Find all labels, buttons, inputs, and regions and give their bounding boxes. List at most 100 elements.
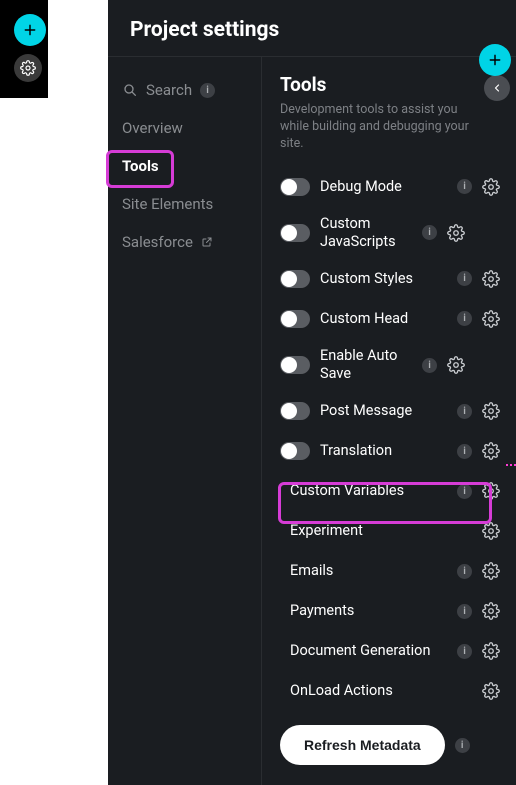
- plus-icon: [487, 52, 503, 68]
- gear-icon: [482, 642, 500, 660]
- gear-icon: [482, 482, 500, 500]
- tool-row[interactable]: Custom Variables i: [280, 471, 500, 511]
- sidebar-search-label: Search: [146, 81, 192, 99]
- tool-row[interactable]: Custom Head i: [280, 299, 500, 339]
- tool-settings-button[interactable]: [482, 602, 500, 620]
- info-icon[interactable]: i: [457, 271, 472, 286]
- add-button-right[interactable]: [479, 44, 511, 76]
- tool-row[interactable]: Payments i: [280, 591, 500, 631]
- gear-icon: [20, 60, 36, 76]
- refresh-metadata-button[interactable]: Refresh Metadata: [280, 725, 445, 765]
- tool-settings-button[interactable]: [482, 642, 500, 660]
- tool-label: Custom Variables: [290, 482, 447, 500]
- sidebar-item-label: Site Elements: [122, 195, 213, 213]
- settings-sidebar: Search i Overview Tools Site Elements Sa…: [108, 57, 262, 785]
- tool-row[interactable]: Translation i: [280, 431, 500, 471]
- info-icon[interactable]: i: [457, 311, 472, 326]
- tool-label: OnLoad Actions: [290, 682, 472, 700]
- tool-label: Translation: [320, 442, 447, 460]
- left-toolbar: [0, 0, 48, 98]
- external-link-icon: [201, 236, 213, 248]
- tool-row[interactable]: Experiment: [280, 511, 500, 551]
- info-icon[interactable]: i: [457, 404, 472, 419]
- tool-label: Emails: [290, 562, 447, 580]
- tool-settings-button[interactable]: [482, 442, 500, 460]
- tool-list: Debug ModeiCustom JavaScriptsiCustom Sty…: [280, 167, 500, 712]
- tool-label: Custom JavaScripts: [320, 215, 412, 251]
- tool-row[interactable]: Emailsi: [280, 551, 500, 591]
- chevron-left-icon: [491, 82, 503, 94]
- guide-dots: [506, 464, 516, 466]
- tool-settings-button[interactable]: [447, 224, 465, 242]
- tool-row[interactable]: Document Generation i: [280, 631, 500, 671]
- tool-row[interactable]: Enable Auto Save i: [280, 339, 500, 391]
- tool-label: Payments: [290, 602, 447, 620]
- sidebar-search[interactable]: Search i: [108, 71, 261, 109]
- tool-row[interactable]: Custom JavaScripts i: [280, 207, 500, 259]
- search-icon: [122, 82, 138, 98]
- sidebar-item-overview[interactable]: Overview: [108, 109, 261, 147]
- gear-icon: [482, 602, 500, 620]
- tool-row[interactable]: OnLoad Actions: [280, 671, 500, 711]
- gear-icon: [482, 178, 500, 196]
- sidebar-item-salesforce[interactable]: Salesforce: [108, 223, 261, 261]
- tools-content: Tools Development tools to assist you wh…: [262, 57, 516, 785]
- gear-icon: [482, 402, 500, 420]
- sidebar-item-label: Overview: [122, 119, 183, 137]
- info-icon[interactable]: i: [422, 358, 437, 373]
- plus-icon: [22, 22, 38, 38]
- info-icon[interactable]: i: [457, 564, 472, 579]
- tool-label: Experiment: [290, 522, 472, 540]
- tool-label: Debug Mode: [320, 178, 447, 196]
- tool-row[interactable]: Debug Mode i: [280, 167, 500, 207]
- toggle-switch[interactable]: [280, 178, 310, 196]
- tool-settings-button[interactable]: [482, 270, 500, 288]
- tool-label: Custom Styles: [320, 270, 447, 288]
- tool-row[interactable]: Post Messagei: [280, 391, 500, 431]
- gear-icon: [482, 270, 500, 288]
- sidebar-item-tools[interactable]: Tools: [108, 147, 261, 185]
- back-button[interactable]: [484, 75, 510, 101]
- info-icon[interactable]: i: [457, 484, 472, 499]
- gear-icon: [482, 682, 500, 700]
- toggle-switch[interactable]: [280, 310, 310, 328]
- tool-settings-button[interactable]: [482, 682, 500, 700]
- info-icon: i: [200, 83, 215, 98]
- gear-icon: [447, 224, 465, 242]
- toggle-switch[interactable]: [280, 442, 310, 460]
- settings-button[interactable]: [14, 54, 42, 82]
- sidebar-item-label: Tools: [122, 157, 159, 175]
- tools-title: Tools: [280, 73, 500, 96]
- tool-settings-button[interactable]: [482, 562, 500, 580]
- add-button[interactable]: [14, 14, 46, 46]
- tool-label: Custom Head: [320, 310, 447, 328]
- tool-settings-button[interactable]: [482, 178, 500, 196]
- refresh-row: Refresh Metadata i: [280, 725, 500, 765]
- gear-icon: [482, 442, 500, 460]
- tool-settings-button[interactable]: [482, 522, 500, 540]
- info-icon[interactable]: i: [457, 179, 472, 194]
- sidebar-item-site-elements[interactable]: Site Elements: [108, 185, 261, 223]
- tool-settings-button[interactable]: [482, 310, 500, 328]
- settings-panel: Project settings Search i Overview Tools…: [108, 0, 516, 785]
- gear-icon: [482, 310, 500, 328]
- panel-body: Search i Overview Tools Site Elements Sa…: [108, 57, 516, 785]
- toggle-switch[interactable]: [280, 224, 310, 242]
- tools-description: Development tools to assist you while bu…: [280, 102, 470, 153]
- info-icon[interactable]: i: [457, 444, 472, 459]
- toggle-switch[interactable]: [280, 356, 310, 374]
- info-icon[interactable]: i: [457, 644, 472, 659]
- tool-settings-button[interactable]: [447, 356, 465, 374]
- info-icon[interactable]: i: [457, 604, 472, 619]
- gear-icon: [482, 522, 500, 540]
- toggle-switch[interactable]: [280, 270, 310, 288]
- info-icon[interactable]: i: [422, 225, 437, 240]
- panel-header: Project settings: [108, 0, 516, 57]
- tool-settings-button[interactable]: [482, 482, 500, 500]
- toggle-switch[interactable]: [280, 402, 310, 420]
- tool-label: Enable Auto Save: [320, 347, 412, 383]
- tool-label: Document Generation: [290, 642, 447, 660]
- tool-settings-button[interactable]: [482, 402, 500, 420]
- info-icon: i: [455, 738, 470, 753]
- tool-row[interactable]: Custom Styles i: [280, 259, 500, 299]
